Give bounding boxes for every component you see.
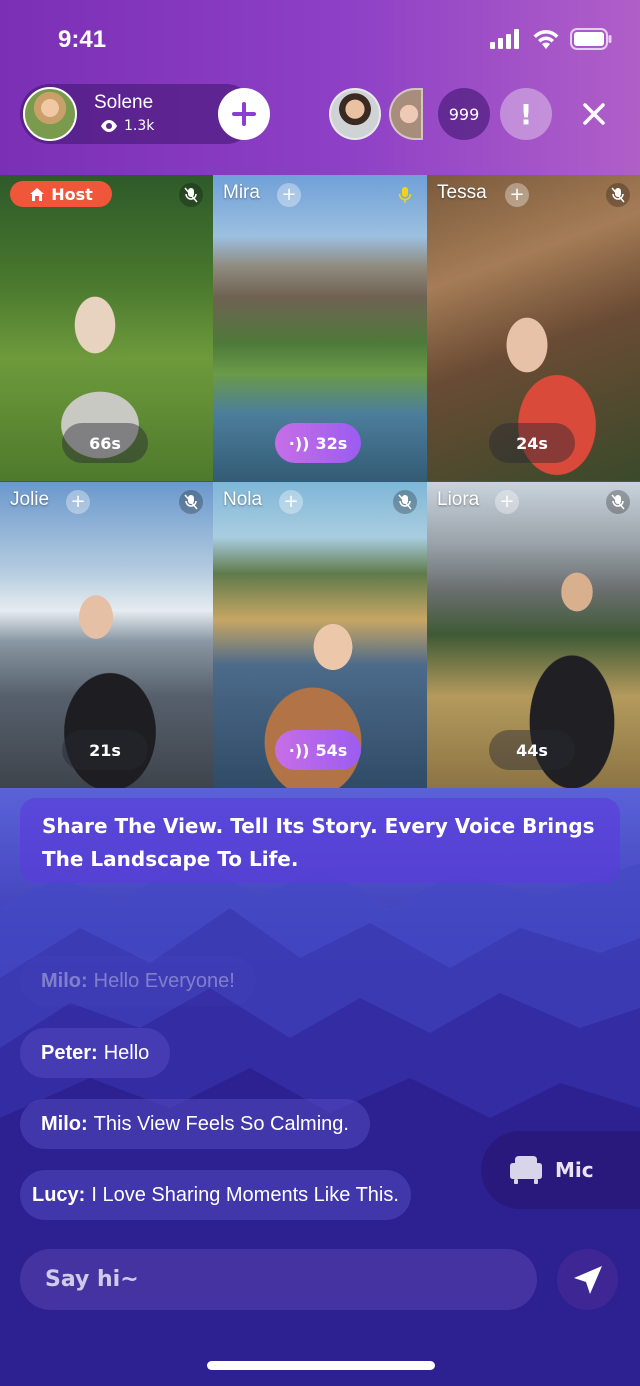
mic-active-icon (393, 183, 417, 207)
chat-input[interactable]: Say hi~ (20, 1249, 537, 1310)
seat-name: Tessa (437, 182, 487, 203)
chat-text: Hello (103, 1041, 150, 1064)
battery-icon (570, 28, 612, 50)
seat-add-button[interactable]: + (277, 183, 301, 207)
seat-add-button[interactable]: + (495, 490, 519, 514)
plus-icon (232, 102, 256, 126)
follow-button[interactable] (218, 88, 270, 140)
seat-tile[interactable]: Mira + ·)) 32s (213, 175, 427, 481)
seat-add-button[interactable]: + (505, 183, 529, 207)
viewer-avatar[interactable] (329, 88, 381, 140)
send-icon (573, 1265, 602, 1294)
seat-add-button[interactable]: + (66, 490, 90, 514)
host-profile-pill[interactable]: Solene 1.3k (20, 84, 270, 144)
seat-timer: 44s (489, 730, 575, 770)
host-name: Solene (94, 92, 154, 113)
seat-tile[interactable]: Nola + ·)) 54s (213, 482, 427, 788)
seat-tile[interactable]: Liora + 44s (427, 482, 640, 788)
chat-user: Milo: (41, 969, 88, 992)
chat-user: Lucy: (32, 1183, 86, 1206)
mic-muted-icon (179, 490, 203, 514)
report-button[interactable]: ! (500, 88, 552, 140)
seat-timer: 24s (489, 423, 575, 463)
chat-text: This View Feels So Calming. (93, 1112, 349, 1135)
status-time: 9:41 (58, 26, 107, 53)
chat-text: Hello Everyone! (93, 969, 235, 992)
chat-message: Milo: Hello Everyone! (20, 956, 256, 1006)
chat-user: Peter: (41, 1041, 98, 1064)
seat-icon (510, 1156, 542, 1184)
seat-name: Nola (223, 489, 263, 510)
chat-message: Lucy: I Love Sharing Moments Like This. (20, 1170, 411, 1220)
seat-grid: Host 66s Mira + ·)) 32s Tessa + 24s Joli… (0, 175, 640, 788)
host-badge-label: Host (51, 184, 93, 204)
seat-name: Jolie (10, 489, 50, 510)
chat-user: Milo: (41, 1112, 88, 1135)
seat-timer: ·)) 32s (275, 423, 361, 463)
home-icon (30, 187, 45, 201)
chat-message: Milo: This View Feels So Calming. (20, 1099, 370, 1149)
seat-timer: ·)) 54s (275, 730, 361, 770)
chat-text: I Love Sharing Moments Like This. (91, 1183, 399, 1206)
seat-name: Liora (437, 489, 480, 510)
seat-timer: 21s (62, 730, 148, 770)
host-viewer-count: 1.3k (100, 118, 154, 134)
seat-tile[interactable]: Tessa + 24s (427, 175, 640, 481)
send-button[interactable] (557, 1249, 618, 1310)
mic-muted-icon (606, 490, 630, 514)
seat-name: Mira (223, 182, 260, 203)
seat-tile[interactable]: Jolie + 21s (0, 482, 213, 788)
status-bar: 9:41 (0, 0, 640, 80)
room-announcement: Share The View. Tell Its Story. Every Vo… (20, 798, 620, 883)
wifi-icon (533, 30, 559, 49)
mic-button[interactable]: Mic (481, 1131, 640, 1209)
chat-message: Peter: Hello (20, 1028, 171, 1078)
seat-timer-text: 54s (315, 740, 348, 760)
speaking-waves-icon: ·)) (288, 740, 310, 760)
mic-muted-icon (393, 490, 417, 514)
seat-tile[interactable]: Host 66s (0, 175, 213, 481)
speaking-waves-icon: ·)) (288, 433, 310, 453)
seat-timer: 66s (62, 423, 148, 463)
mic-muted-icon (179, 183, 203, 207)
mic-muted-icon (606, 183, 630, 207)
viewer-count-text: 1.3k (124, 118, 155, 134)
seat-timer-text: 32s (315, 433, 348, 453)
host-avatar[interactable] (23, 87, 77, 141)
home-indicator (207, 1361, 435, 1370)
seat-add-button[interactable]: + (279, 490, 303, 514)
close-button[interactable] (572, 92, 616, 136)
close-icon (583, 103, 605, 125)
status-icons (490, 28, 612, 50)
host-badge: Host (10, 181, 112, 207)
eye-icon (101, 120, 117, 132)
viewers-count-badge[interactable]: 999 (438, 88, 490, 140)
signal-icon (490, 29, 519, 49)
mic-button-label: Mic (555, 1158, 594, 1182)
